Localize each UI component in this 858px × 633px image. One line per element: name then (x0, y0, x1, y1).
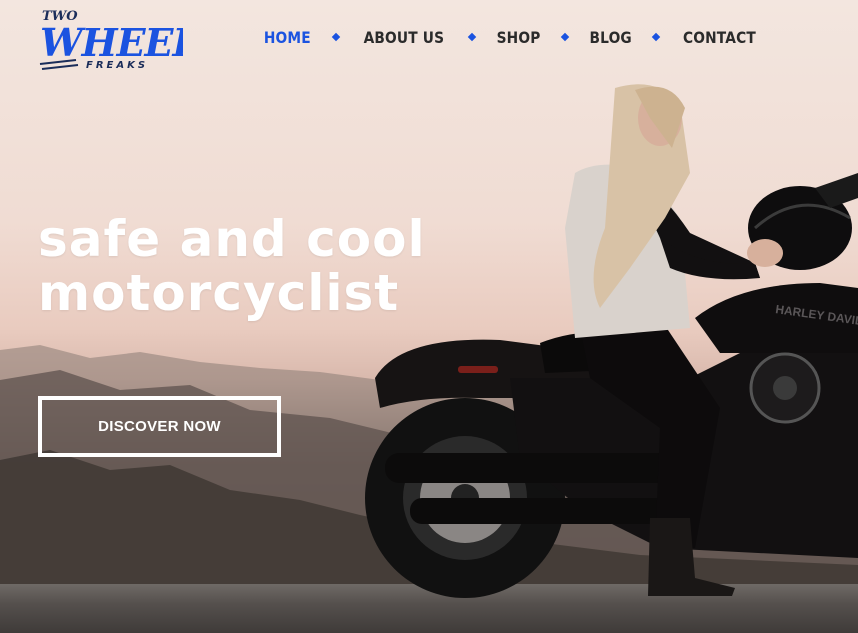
brand-logo[interactable]: TWO WHEELS FREAKS (38, 4, 183, 76)
logo-main-text: WHEELS (40, 20, 183, 65)
nav-item-contact[interactable]: CONTACT (683, 28, 756, 47)
nav-separator-icon (467, 32, 476, 42)
main-navigation: HOME ABOUT US SHOP BLOG CONTACT (260, 26, 762, 48)
hero-headline: safe and cool motorcyclist (38, 212, 458, 320)
nav-item-about-us[interactable]: ABOUT US (364, 28, 445, 47)
hero-headline-line1: safe and cool (38, 210, 426, 268)
nav-item-home[interactable]: HOME (264, 28, 311, 47)
nav-separator-icon (651, 32, 661, 42)
logo-sub-text: FREAKS (86, 60, 148, 71)
nav-separator-icon (560, 32, 570, 42)
discover-now-button[interactable]: DISCOVER NOW (38, 396, 281, 457)
nav-item-shop[interactable]: SHOP (496, 28, 540, 47)
nav-item-blog[interactable]: BLOG (589, 28, 631, 47)
hero-section: HARLEY DAVIDSON TWO WHEELS F (0, 0, 858, 633)
nav-separator-icon (331, 32, 341, 42)
hero-headline-line2: motorcyclist (38, 264, 400, 322)
rider-on-motorcycle-image: HARLEY DAVIDSON (365, 84, 858, 598)
